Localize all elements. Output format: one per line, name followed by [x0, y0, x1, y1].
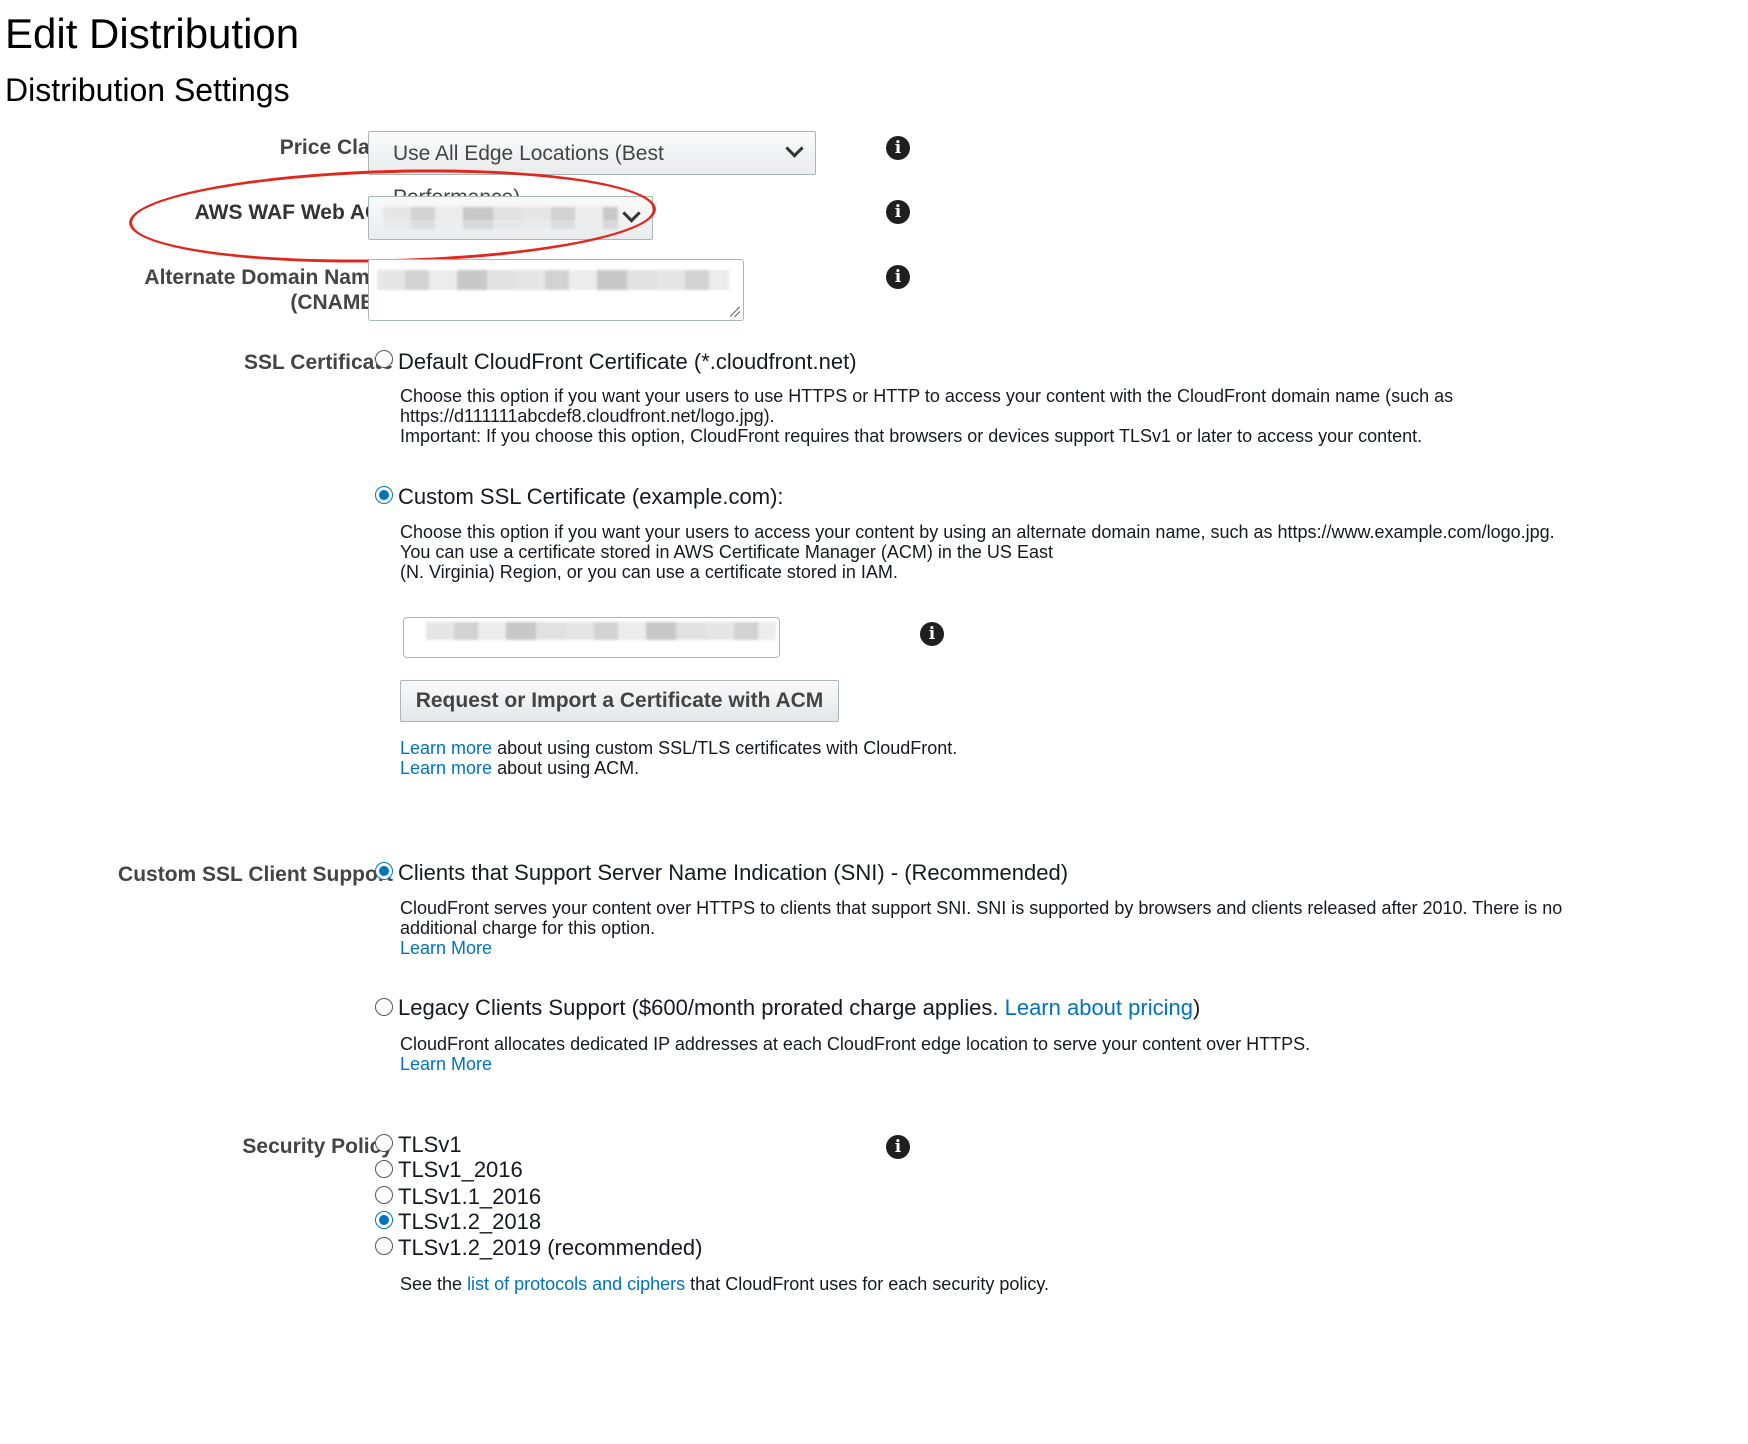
redacted-value: [426, 622, 776, 640]
info-icon[interactable]: i: [886, 136, 910, 160]
price-class-label: Price Class: [279, 136, 393, 159]
desc-line: Choose this option if you want your user…: [400, 522, 1555, 542]
legacy-description: CloudFront allocates dedicated IP addres…: [400, 1034, 1310, 1074]
ssl-default-option[interactable]: Default CloudFront Certificate (*.cloudf…: [398, 349, 857, 375]
learn-more-line: Learn more about using custom SSL/TLS ce…: [400, 738, 957, 758]
sni-radio[interactable]: [375, 862, 393, 880]
ssl-default-description: Choose this option if you want your user…: [400, 386, 1453, 446]
certificate-input[interactable]: [403, 617, 780, 658]
desc-line: https://d111111abcdef8.cloudfront.net/lo…: [400, 406, 775, 426]
price-class-select[interactable]: Use All Edge Locations (Best Performance…: [368, 131, 816, 209]
footer-text: See the: [400, 1274, 468, 1294]
info-icon[interactable]: i: [920, 622, 944, 646]
redacted-value: [383, 221, 618, 229]
redacted-value: [383, 207, 618, 221]
learn-more-text: about using custom SSL/TLS certificates …: [492, 738, 958, 758]
pricing-link[interactable]: Learn about pricing: [1005, 995, 1193, 1020]
tls-radio[interactable]: [375, 1186, 393, 1204]
protocols-link[interactable]: list of protocols and ciphers: [467, 1274, 685, 1294]
desc-line: Choose this option if you want your user…: [400, 386, 1454, 406]
ssl-default-radio[interactable]: [375, 350, 393, 368]
resize-handle[interactable]: [730, 307, 740, 317]
cnames-label-line1: Alternate Domain Names: [144, 266, 393, 289]
tls-option[interactable]: TLSv1.2_2018: [398, 1209, 541, 1235]
ssl-certificate-label: SSL Certificate: [244, 351, 393, 374]
tls-option[interactable]: TLSv1_2016: [398, 1157, 523, 1183]
sni-learn-more-link[interactable]: Learn More: [400, 938, 492, 958]
cnames-label: Alternate Domain Names (CNAMEs): [33, 265, 393, 315]
tls-option[interactable]: TLSv1: [398, 1132, 462, 1158]
learn-more-link[interactable]: Learn more: [400, 758, 492, 778]
cnames-textarea[interactable]: [368, 259, 744, 321]
redacted-value: [377, 270, 729, 290]
learn-more-link[interactable]: Learn more: [400, 738, 492, 758]
tls-radio[interactable]: [375, 1237, 393, 1255]
ssl-custom-option[interactable]: Custom SSL Certificate (example.com):: [398, 484, 784, 510]
legacy-learn-more-link[interactable]: Learn More: [400, 1054, 492, 1074]
tls-radio[interactable]: [375, 1211, 393, 1229]
client-support-label: Custom SSL Client Support: [118, 863, 393, 886]
request-certificate-button[interactable]: Request or Import a Certificate with ACM: [400, 680, 839, 722]
legacy-option-text: ): [1192, 995, 1201, 1020]
footer-text: that CloudFront uses for each security p…: [685, 1274, 1050, 1294]
desc-line: CloudFront allocates dedicated IP addres…: [400, 1034, 1311, 1054]
info-icon[interactable]: i: [886, 265, 910, 289]
desc-line: CloudFront serves your content over HTTP…: [400, 898, 1563, 918]
ssl-learn-more: Learn more about using custom SSL/TLS ce…: [400, 738, 957, 778]
legacy-option[interactable]: Legacy Clients Support ($600/month prora…: [398, 995, 1200, 1021]
chevron-down-icon: [622, 204, 641, 223]
page-title: Edit Distribution: [5, 10, 300, 57]
tls-option[interactable]: TLSv1.1_2016: [398, 1184, 541, 1210]
legacy-radio[interactable]: [375, 998, 393, 1016]
tls-radio[interactable]: [375, 1134, 393, 1152]
security-policy-label: Security Policy: [242, 1135, 393, 1158]
learn-more-line: Learn more about using ACM.: [400, 758, 957, 778]
legacy-option-text: Legacy Clients Support ($600/month prora…: [398, 995, 1005, 1020]
waf-label: AWS WAF Web ACL: [194, 201, 393, 224]
info-icon[interactable]: i: [886, 1135, 910, 1159]
learn-more-text: about using ACM.: [492, 758, 640, 778]
cnames-label-line2: (CNAMEs): [290, 291, 393, 314]
desc-line: Important: If you choose this option, Cl…: [400, 426, 1423, 446]
info-icon[interactable]: i: [886, 200, 910, 224]
sni-option[interactable]: Clients that Support Server Name Indicat…: [398, 860, 1068, 886]
ssl-custom-description: Choose this option if you want your user…: [400, 522, 1555, 582]
sni-description: CloudFront serves your content over HTTP…: [400, 898, 1562, 958]
section-title: Distribution Settings: [5, 72, 290, 108]
security-policy-footer: See the list of protocols and ciphers th…: [400, 1274, 1049, 1294]
waf-acl-select[interactable]: [368, 196, 653, 240]
chevron-down-icon: [785, 139, 804, 158]
ssl-custom-radio[interactable]: [375, 486, 393, 504]
desc-line: additional charge for this option.: [400, 918, 656, 938]
desc-line: You can use a certificate stored in AWS …: [400, 542, 1053, 562]
tls-option[interactable]: TLSv1.2_2019 (recommended): [398, 1235, 703, 1261]
tls-radio[interactable]: [375, 1160, 393, 1178]
desc-line: (N. Virginia) Region, or you can use a c…: [400, 562, 898, 582]
